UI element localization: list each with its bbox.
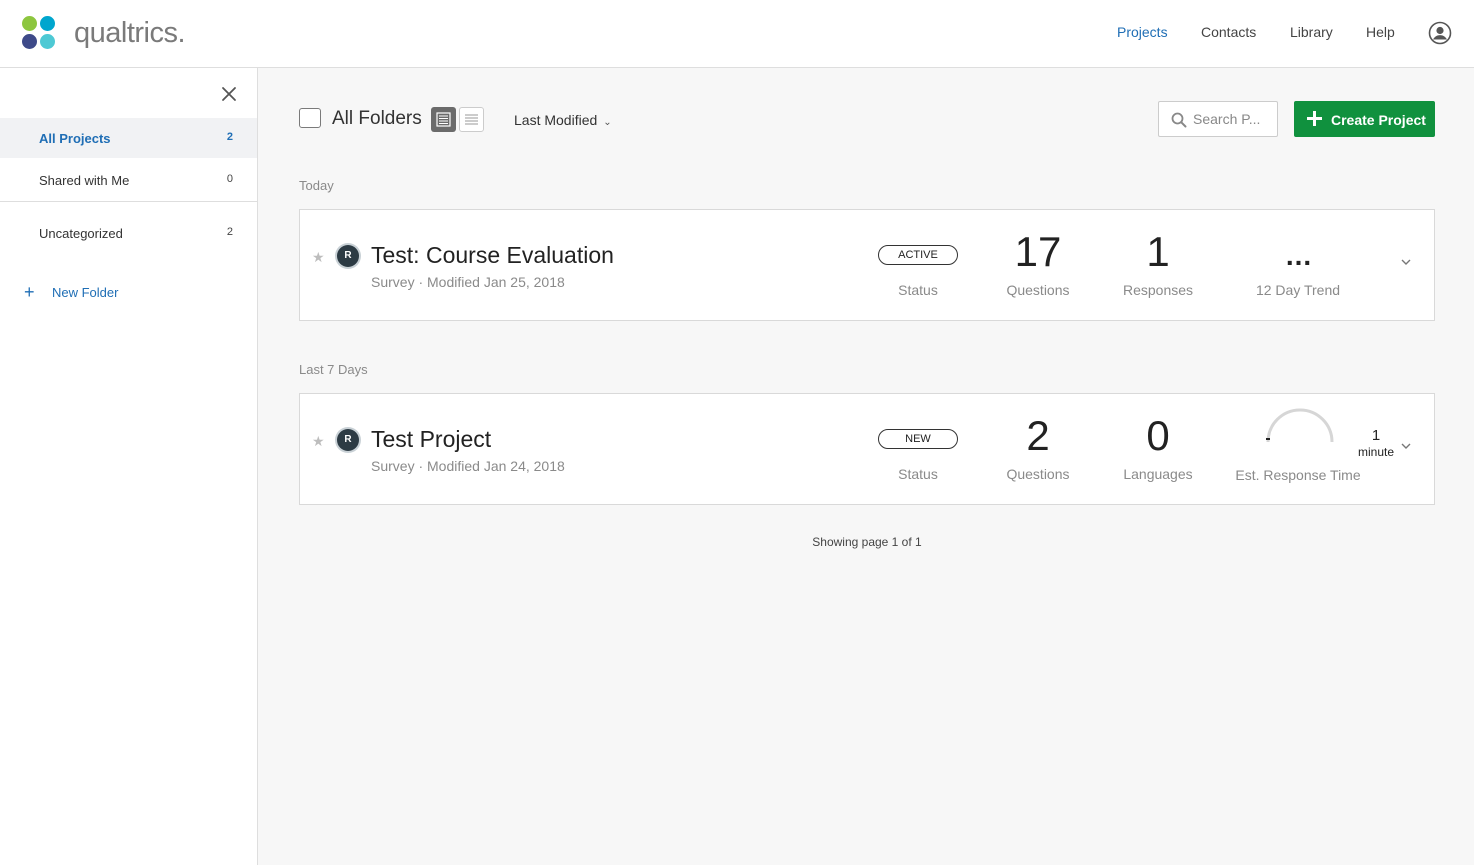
compact-view-button[interactable] [459,107,484,132]
logo-dots-icon [22,16,56,50]
sidebar-item-count: 2 [226,131,233,143]
chevron-down-icon[interactable] [1399,255,1413,274]
responses-count: 1 [1146,228,1170,275]
sidebar-item-label: Shared with Me [39,173,130,188]
top-header: qualtrics. Projects Contacts Library Hel… [0,0,1474,68]
project-card[interactable]: ★ R Test: Course Evaluation Survey · Mod… [299,209,1435,321]
sort-label: Last Modified [514,112,598,128]
sidebar-item-label: All Projects [39,131,111,146]
project-title[interactable]: Test: Course Evaluation [371,242,614,269]
trend-placeholder: ... [1285,240,1313,271]
project-subtitle: Survey · Modified Jan 24, 2018 [371,458,565,474]
create-project-label: Create Project [1331,112,1426,128]
responses-label: Responses [1122,282,1194,298]
sidebar-item-uncategorized[interactable]: Uncategorized 2 [0,213,257,253]
questions-count: 2 [1026,412,1050,459]
sidebar-item-shared-with-me[interactable]: Shared with Me 0 [0,160,257,200]
project-subtitle: Survey · Modified Jan 25, 2018 [371,274,565,290]
close-sidebar-icon[interactable] [220,85,238,103]
sidebar-item-count: 2 [226,226,233,238]
nav-projects[interactable]: Projects [1117,24,1168,40]
sidebar-item-all-projects[interactable]: All Projects 2 [0,118,257,158]
project-owner-badge: R [337,245,359,267]
sort-dropdown[interactable]: Last Modified ⌄ [514,112,612,128]
new-folder-label: New Folder [52,285,119,300]
sidebar-item-count: 0 [226,173,233,185]
folder-title[interactable]: All Folders [332,108,422,130]
select-all-checkbox[interactable] [299,108,321,128]
plus-icon [1305,109,1324,131]
chevron-down-icon[interactable] [1399,439,1413,458]
list-detailed-icon [436,112,451,127]
list-compact-icon [465,114,478,125]
gauge-arc-icon [1266,408,1334,443]
create-project-button[interactable]: Create Project [1294,101,1435,137]
nav-library[interactable]: Library [1290,24,1333,40]
search-icon [1171,112,1187,133]
status-badge: NEW [878,429,958,449]
languages-count: 0 [1146,412,1170,459]
user-avatar-icon[interactable] [1428,21,1452,50]
plus-icon: + [24,282,35,302]
project-card[interactable]: ★ R Test Project Survey · Modified Jan 2… [299,393,1435,505]
questions-count: 17 [1014,228,1062,275]
chevron-down-icon: ⌄ [603,117,612,128]
section-label-today: Today [299,178,334,193]
search-input[interactable] [1193,111,1273,127]
project-title[interactable]: Test Project [371,426,491,453]
sidebar: All Projects 2 Shared with Me 0 Uncatego… [0,68,258,865]
star-icon[interactable]: ★ [312,433,325,450]
response-time-gauge: 1 minute [1262,406,1394,462]
detailed-view-button[interactable] [431,107,456,132]
project-owner-badge: R [337,429,359,451]
nav-contacts[interactable]: Contacts [1201,24,1256,40]
sidebar-item-label: Uncategorized [39,226,123,241]
star-icon[interactable]: ★ [312,249,325,266]
section-label-last-7-days: Last 7 Days [299,362,368,377]
qualtrics-logo[interactable]: qualtrics. [22,16,186,52]
search-box[interactable] [1158,101,1278,137]
logo-wordmark: qualtrics. [74,17,186,49]
pagination-status: Showing page 1 of 1 [812,535,922,549]
status-badge: ACTIVE [878,245,958,265]
trend-label: 12 Day Trend [1255,282,1341,298]
sidebar-divider [0,201,257,202]
languages-label: Languages [1123,466,1193,482]
nav-help[interactable]: Help [1366,24,1395,40]
response-time-label: Est. Response Time [1235,467,1361,483]
